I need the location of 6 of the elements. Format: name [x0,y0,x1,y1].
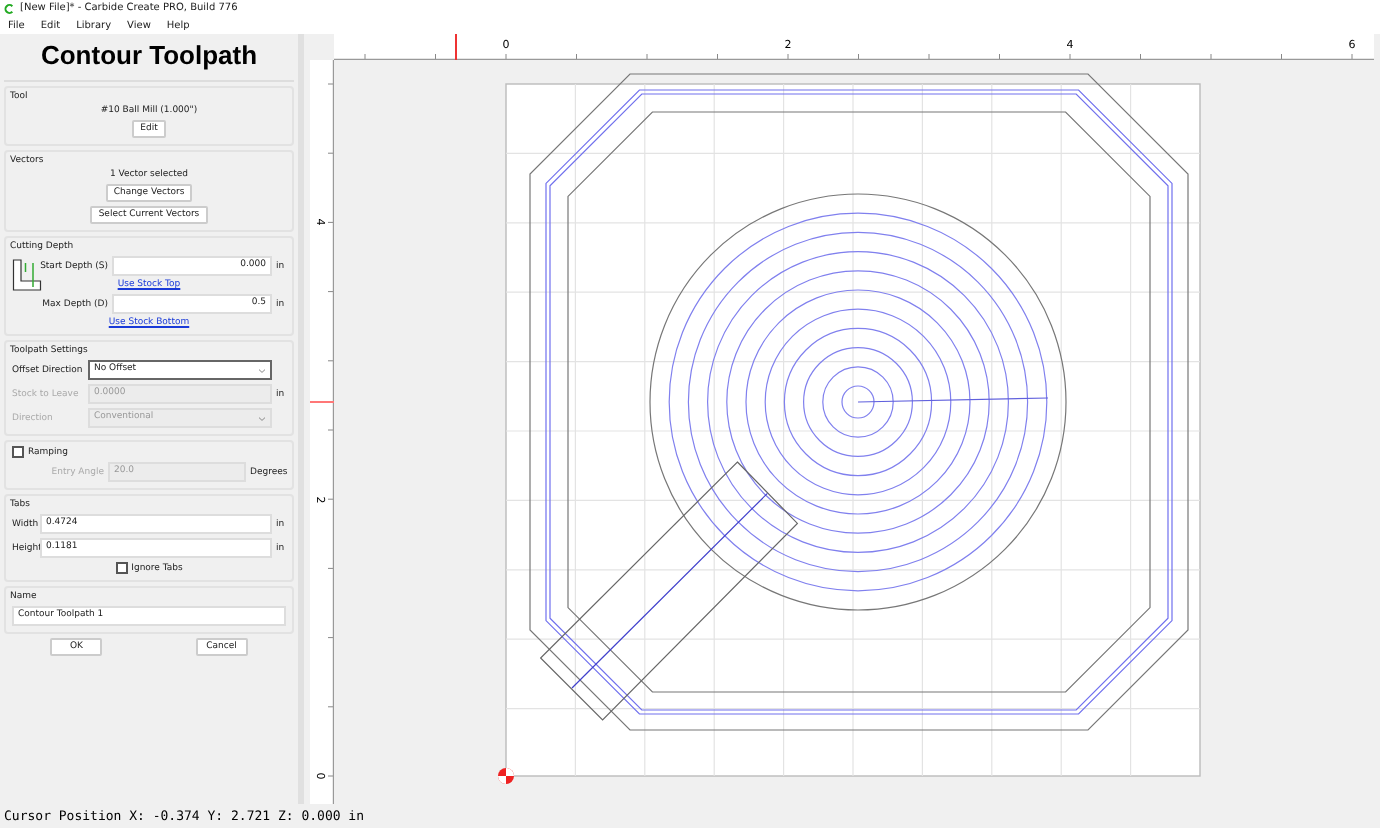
dropdown-caret-icon [258,415,266,421]
dropdown-caret-icon [258,367,266,373]
origin-marker-icon [498,768,514,784]
depth-diagram-icon [12,258,42,292]
app-logo-icon [4,3,14,13]
panel-title: Contour Toolpath [4,34,294,82]
